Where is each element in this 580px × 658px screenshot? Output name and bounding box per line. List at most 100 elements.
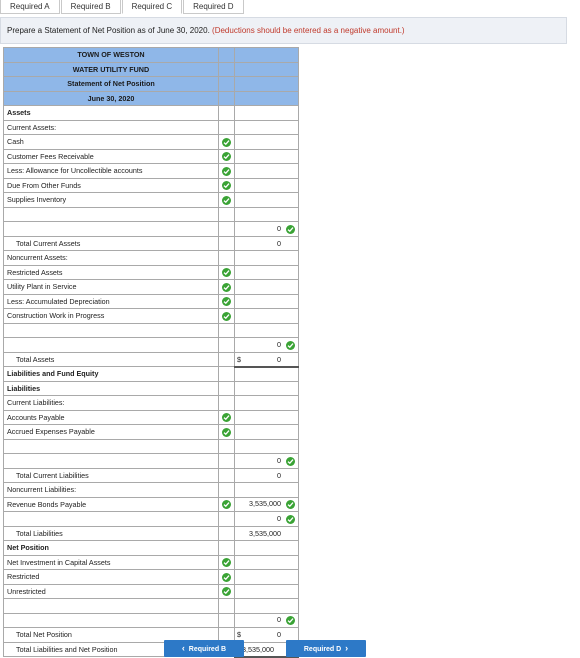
amount-cash[interactable] (234, 134, 299, 150)
row-total-current-assets: Total Current Assets (3, 235, 219, 251)
row-liabilities: Liabilities (3, 380, 219, 396)
row-blank-6[interactable] (3, 453, 219, 469)
subtotal-net-position[interactable]: 0 (234, 612, 299, 628)
row-restricted[interactable]: Restricted (3, 569, 219, 585)
row-blank-8[interactable] (3, 598, 219, 614)
amount-total-assets: $0 (234, 351, 299, 368)
row-accum-dep[interactable]: Less: Accumulated Depreciation (3, 293, 219, 309)
row-noncurrent-liabilities[interactable]: Noncurrent Liabilities: (3, 482, 219, 498)
row-liab-fund-equity: Liabilities and Fund Equity (3, 366, 219, 382)
amount-allowance[interactable] (234, 163, 299, 179)
row-current-liabilities[interactable]: Current Liabilities: (3, 395, 219, 411)
check-circle-icon (222, 311, 231, 321)
check-circle-icon (286, 456, 295, 466)
amount-total-current-assets: 0 (234, 235, 299, 251)
amount-restricted-assets[interactable] (234, 264, 299, 280)
amount-total-liabilities: 3,535,000 (234, 525, 299, 541)
amount-accum-dep[interactable] (234, 293, 299, 309)
check-circle-icon (222, 413, 231, 423)
row-customer-fees[interactable]: Customer Fees Receivable (3, 148, 219, 164)
check-circle-icon (222, 572, 231, 582)
header-fund: WATER UTILITY FUND (3, 61, 219, 77)
amount-blank-3[interactable] (234, 322, 299, 338)
check-circle-icon (222, 195, 231, 205)
row-accounts-payable[interactable]: Accounts Payable (3, 409, 219, 425)
row-due-from[interactable]: Due From Other Funds (3, 177, 219, 193)
check-circle-icon (222, 137, 231, 147)
row-blank-4[interactable] (3, 337, 219, 353)
row-restricted-assets[interactable]: Restricted Assets (3, 264, 219, 280)
check-circle-icon (222, 500, 231, 510)
chevron-right-icon: › (345, 643, 349, 653)
row-allowance[interactable]: Less: Allowance for Uncollectible accoun… (3, 163, 219, 179)
row-total-current-liab: Total Current Liabilities (3, 467, 219, 483)
row-current-assets[interactable]: Current Assets: (3, 119, 219, 135)
row-blank-3[interactable] (3, 322, 219, 338)
row-cash[interactable]: Cash (3, 134, 219, 150)
tab-required-a[interactable]: Required A (0, 0, 60, 14)
row-revenue-bonds[interactable]: Revenue Bonds Payable (3, 496, 219, 512)
row-utility-plant[interactable]: Utility Plant in Service (3, 279, 219, 295)
amount-supplies[interactable] (234, 192, 299, 208)
check-circle-icon (286, 514, 295, 524)
amount-blank-5[interactable] (234, 438, 299, 454)
row-blank-2[interactable] (3, 221, 219, 237)
check-circle-icon (286, 616, 295, 626)
row-total-liabilities: Total Liabilities (3, 525, 219, 541)
amount-accounts-payable[interactable] (234, 409, 299, 425)
amount-restricted[interactable] (234, 569, 299, 585)
next-required-label: Required D (303, 646, 342, 653)
amount-unrestricted[interactable] (234, 583, 299, 599)
row-total-assets: Total Assets (3, 351, 219, 367)
amount-net-investment[interactable] (234, 554, 299, 570)
row-blank-1[interactable] (3, 206, 219, 222)
header-town: TOWN OF WESTON (3, 47, 219, 63)
check-circle-icon (286, 340, 295, 350)
statement-table: TOWN OF WESTON WATER UTILITY FUND Statem… (3, 47, 299, 658)
instructions-bar: Prepare a Statement of Net Position as o… (0, 17, 567, 44)
subtotal-noncurrent-assets[interactable]: 0 (234, 337, 299, 353)
check-circle-icon (222, 587, 231, 597)
check-circle-icon (222, 268, 231, 278)
row-supplies[interactable]: Supplies Inventory (3, 192, 219, 208)
prev-required-button[interactable]: ‹ Required B (164, 640, 244, 657)
row-net-investment[interactable]: Net Investment in Capital Assets (3, 554, 219, 570)
amount-accrued-expenses[interactable] (234, 424, 299, 440)
check-circle-icon (286, 224, 295, 234)
amount-customer-fees[interactable] (234, 148, 299, 164)
instructions-note: (Deductions should be entered as a negat… (212, 26, 405, 35)
amount-blank-8[interactable] (234, 598, 299, 614)
row-blank-9[interactable] (3, 612, 219, 628)
amount-utility-plant[interactable] (234, 279, 299, 295)
amount-due-from[interactable] (234, 177, 299, 193)
tab-required-c[interactable]: Required C (121, 0, 183, 14)
check-circle-icon (222, 152, 231, 162)
row-blank-7[interactable] (3, 511, 219, 527)
header-date: June 30, 2020 (3, 90, 219, 106)
header-statement: Statement of Net Position (3, 76, 219, 92)
tab-bar: Required A Required B Required C Require… (0, 0, 245, 15)
subtotal-current-assets[interactable]: 0 (234, 221, 299, 237)
amount-blank-1[interactable] (234, 206, 299, 222)
row-assets: Assets (3, 105, 219, 121)
row-unrestricted[interactable]: Unrestricted (3, 583, 219, 599)
subtotal-current-liab[interactable]: 0 (234, 453, 299, 469)
row-blank-5[interactable] (3, 438, 219, 454)
check-circle-icon (222, 427, 231, 437)
row-accrued-expenses[interactable]: Accrued Expenses Payable (3, 424, 219, 440)
tab-required-d[interactable]: Required D (183, 0, 244, 14)
row-construction[interactable]: Construction Work in Progress (3, 308, 219, 324)
check-circle-icon (222, 181, 231, 191)
check-circle-icon (286, 500, 295, 510)
check-circle-icon (222, 166, 231, 176)
row-net-position: Net Position (3, 540, 219, 556)
tab-required-b[interactable]: Required B (60, 0, 121, 14)
amount-construction[interactable] (234, 308, 299, 324)
check-circle-icon (222, 282, 231, 292)
subtotal-noncurrent-liab[interactable]: 0 (234, 511, 299, 527)
next-required-button[interactable]: Required D › (286, 640, 366, 657)
check-circle-icon (222, 558, 231, 568)
prev-required-label: Required B (188, 646, 227, 653)
amount-revenue-bonds[interactable]: 3,535,000 (234, 496, 299, 512)
row-noncurrent-assets[interactable]: Noncurrent Assets: (3, 250, 219, 266)
